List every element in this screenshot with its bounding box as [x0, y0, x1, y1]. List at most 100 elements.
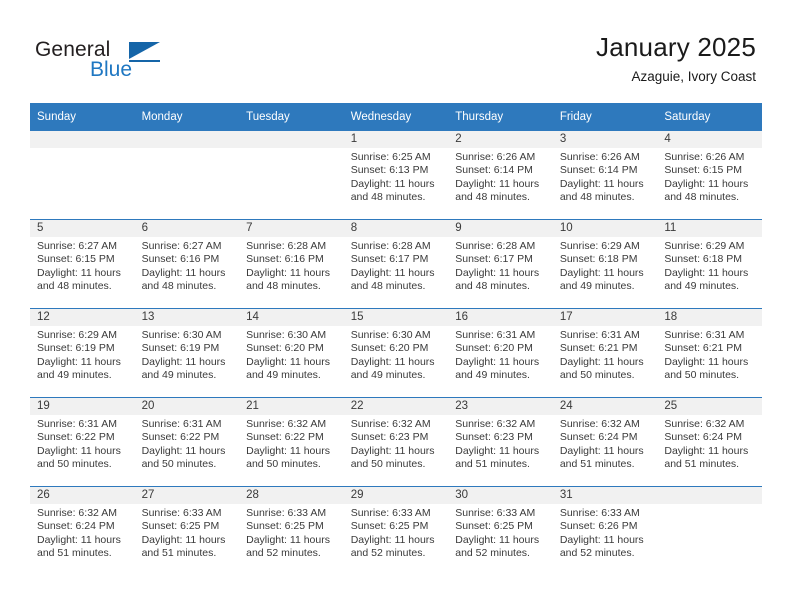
sunset-time: Sunset: 6:23 PM [455, 431, 533, 444]
calendar-cell-empty [239, 131, 344, 220]
day-details: Sunrise: 6:30 AM Sunset: 6:19 PM Daylight:… [135, 326, 240, 383]
sunset-time: Sunset: 6:19 PM [37, 342, 115, 355]
sunset-time: Sunset: 6:25 PM [246, 520, 324, 533]
calendar-day-cell[interactable]: 27 Sunrise: 6:33 AM Sunset: 6:25 PM Dayligh… [134, 486, 240, 575]
calendar-day-cell[interactable]: 6 Sunrise: 6:27 AM Sunset: 6:16 PM Daylight… [134, 219, 240, 309]
day-details: Sunrise: 6:33 AM Sunset: 6:25 PM Daylight:… [135, 504, 240, 561]
day-details: Sunrise: 6:28 AM Sunset: 6:16 PM Daylight:… [239, 237, 344, 294]
daylight-duration-line2: and 52 minutes. [455, 547, 530, 560]
day-number: 23 [448, 398, 553, 415]
sunset-time: Sunset: 6:13 PM [350, 164, 429, 177]
calendar-day-cell[interactable]: 15 Sunrise: 6:30 AM Sunset: 6:20 PM Dayligh… [343, 308, 449, 398]
daylight-duration-line2: and 49 minutes. [559, 280, 635, 293]
daylight-duration-line1: Daylight: 11 hours [141, 355, 226, 368]
calendar-day-cell[interactable]: 26 Sunrise: 6:32 AM Sunset: 6:24 PM Dayligh… [30, 486, 135, 575]
daylight-duration-line1: Daylight: 11 hours [559, 444, 644, 457]
calendar-day-cell[interactable]: 20 Sunrise: 6:31 AM Sunset: 6:22 PM Dayligh… [134, 397, 240, 487]
calendar-day-cell[interactable]: 21 Sunrise: 6:32 AM Sunset: 6:22 PM Dayligh… [239, 397, 344, 487]
daylight-duration-line2: and 50 minutes. [559, 369, 635, 382]
daylight-duration-line1: Daylight: 11 hours [559, 533, 644, 546]
day-number: 9 [448, 220, 553, 237]
calendar-day-cell[interactable]: 12 Sunrise: 6:29 AM Sunset: 6:19 PM Dayligh… [30, 308, 135, 398]
calendar-day-cell[interactable]: 7 Sunrise: 6:28 AM Sunset: 6:16 PM Daylight… [239, 219, 344, 309]
daylight-duration-line1: Daylight: 11 hours [455, 444, 540, 457]
day-details: Sunrise: 6:31 AM Sunset: 6:21 PM Daylight:… [657, 326, 762, 383]
calendar-day-cell[interactable]: 22 Sunrise: 6:32 AM Sunset: 6:23 PM Dayligh… [343, 397, 449, 487]
calendar-day-cell[interactable]: 23 Sunrise: 6:32 AM Sunset: 6:23 PM Dayligh… [448, 397, 553, 487]
day-details: Sunrise: 6:31 AM Sunset: 6:21 PM Daylight:… [553, 326, 658, 383]
daylight-duration-line2: and 48 minutes. [141, 280, 217, 293]
calendar-day-cell[interactable]: 13 Sunrise: 6:30 AM Sunset: 6:19 PM Dayligh… [134, 308, 240, 398]
sunset-time: Sunset: 6:23 PM [350, 431, 429, 444]
calendar-day-cell[interactable]: 17 Sunrise: 6:31 AM Sunset: 6:21 PM Dayligh… [552, 308, 658, 398]
calendar-day-cell[interactable]: 29 Sunrise: 6:33 AM Sunset: 6:25 PM Dayligh… [343, 486, 449, 575]
sunset-time: Sunset: 6:15 PM [664, 164, 743, 177]
calendar-day-cell[interactable]: 10 Sunrise: 6:29 AM Sunset: 6:18 PM Dayligh… [552, 219, 658, 309]
day-number: 19 [30, 398, 135, 415]
sunset-time: Sunset: 6:18 PM [559, 253, 638, 266]
daylight-duration-line1: Daylight: 11 hours [559, 266, 644, 279]
sunset-time: Sunset: 6:17 PM [455, 253, 533, 266]
day-number: 11 [657, 220, 762, 237]
calendar-day-cell[interactable]: 31 Sunrise: 6:33 AM Sunset: 6:26 PM Dayligh… [552, 486, 658, 575]
sunrise-time: Sunrise: 6:28 AM [455, 240, 536, 252]
day-number: 1 [343, 131, 449, 148]
sunrise-time: Sunrise: 6:31 AM [141, 418, 222, 430]
day-details: Sunrise: 6:32 AM Sunset: 6:24 PM Daylight:… [553, 415, 658, 472]
calendar-day-cell[interactable]: 4 Sunrise: 6:26 AM Sunset: 6:15 PM Daylight… [657, 131, 762, 220]
sunset-time: Sunset: 6:22 PM [37, 431, 115, 444]
daylight-duration-line2: and 52 minutes. [350, 547, 426, 560]
weekday-header-monday: Monday [134, 103, 240, 131]
brand-logo[interactable]: General Blue [35, 38, 275, 88]
daylight-duration-line1: Daylight: 11 hours [455, 533, 540, 546]
sunrise-time: Sunrise: 6:33 AM [350, 507, 431, 519]
daylight-duration-line2: and 50 minutes. [141, 458, 217, 471]
calendar-day-cell[interactable]: 28 Sunrise: 6:33 AM Sunset: 6:25 PM Dayligh… [239, 486, 344, 575]
calendar-day-cell[interactable]: 2 Sunrise: 6:26 AM Sunset: 6:14 PM Daylight… [448, 131, 553, 220]
sunrise-time: Sunrise: 6:30 AM [350, 329, 431, 341]
calendar-day-cell[interactable]: 19 Sunrise: 6:31 AM Sunset: 6:22 PM Dayligh… [30, 397, 135, 487]
day-details: Sunrise: 6:27 AM Sunset: 6:16 PM Daylight:… [135, 237, 240, 294]
calendar-day-cell[interactable]: 14 Sunrise: 6:30 AM Sunset: 6:20 PM Dayligh… [239, 308, 344, 398]
daylight-duration-line2: and 48 minutes. [246, 280, 321, 293]
calendar-day-cell[interactable]: 18 Sunrise: 6:31 AM Sunset: 6:21 PM Dayligh… [657, 308, 762, 398]
day-number: 26 [30, 487, 135, 504]
daylight-duration-line1: Daylight: 11 hours [455, 355, 540, 368]
calendar-day-cell[interactable]: 9 Sunrise: 6:28 AM Sunset: 6:17 PM Daylight… [448, 219, 553, 309]
calendar-day-cell[interactable]: 5 Sunrise: 6:27 AM Sunset: 6:15 PM Daylight… [30, 219, 135, 309]
calendar-day-cell[interactable]: 16 Sunrise: 6:31 AM Sunset: 6:20 PM Dayligh… [448, 308, 553, 398]
daylight-duration-line2: and 52 minutes. [246, 547, 321, 560]
daylight-duration-line2: and 51 minutes. [37, 547, 112, 560]
day-details: Sunrise: 6:26 AM Sunset: 6:15 PM Daylight:… [657, 148, 762, 205]
sunset-time: Sunset: 6:16 PM [246, 253, 324, 266]
day-number: 2 [448, 131, 553, 148]
day-details: Sunrise: 6:29 AM Sunset: 6:18 PM Daylight:… [657, 237, 762, 294]
calendar-day-cell[interactable]: 25 Sunrise: 6:32 AM Sunset: 6:24 PM Dayligh… [657, 397, 762, 487]
sunrise-time: Sunrise: 6:28 AM [246, 240, 327, 252]
day-details: Sunrise: 6:32 AM Sunset: 6:23 PM Daylight:… [344, 415, 449, 472]
sunset-time: Sunset: 6:25 PM [141, 520, 220, 533]
daylight-duration-line1: Daylight: 11 hours [350, 177, 435, 190]
daylight-duration-line2: and 49 minutes. [37, 369, 112, 382]
calendar-day-cell[interactable]: 24 Sunrise: 6:32 AM Sunset: 6:24 PM Dayligh… [552, 397, 658, 487]
daylight-duration-line1: Daylight: 11 hours [559, 355, 644, 368]
sunset-time: Sunset: 6:22 PM [246, 431, 324, 444]
calendar-day-cell[interactable]: 1 Sunrise: 6:25 AM Sunset: 6:13 PM Daylight… [343, 131, 449, 220]
calendar-day-cell[interactable]: 30 Sunrise: 6:33 AM Sunset: 6:25 PM Dayligh… [448, 486, 553, 575]
day-details: Sunrise: 6:29 AM Sunset: 6:18 PM Daylight:… [553, 237, 658, 294]
day-number: 13 [134, 309, 240, 326]
calendar-day-cell[interactable]: 8 Sunrise: 6:28 AM Sunset: 6:17 PM Daylight… [343, 219, 449, 309]
calendar-day-cell[interactable]: 11 Sunrise: 6:29 AM Sunset: 6:18 PM Dayligh… [657, 219, 762, 309]
sunset-time: Sunset: 6:21 PM [559, 342, 638, 355]
day-details: Sunrise: 6:25 AM Sunset: 6:13 PM Daylight:… [344, 148, 449, 205]
sunrise-time: Sunrise: 6:29 AM [37, 329, 117, 341]
page-header: General Blue January 2025 Azaguie, Ivory… [0, 0, 792, 100]
calendar-week-row: 1 Sunrise: 6:25 AM Sunset: 6:13 PM Daylight… [30, 131, 762, 220]
calendar-week-row: 26 Sunrise: 6:32 AM Sunset: 6:24 PM Dayligh… [30, 486, 762, 575]
day-details: Sunrise: 6:31 AM Sunset: 6:20 PM Daylight:… [448, 326, 553, 383]
calendar-day-cell[interactable]: 3 Sunrise: 6:26 AM Sunset: 6:14 PM Daylight… [552, 131, 658, 220]
day-number: 27 [134, 487, 240, 504]
day-number: 5 [30, 220, 135, 237]
daylight-duration-line1: Daylight: 11 hours [455, 266, 540, 279]
daylight-duration-line2: and 48 minutes. [455, 191, 530, 204]
